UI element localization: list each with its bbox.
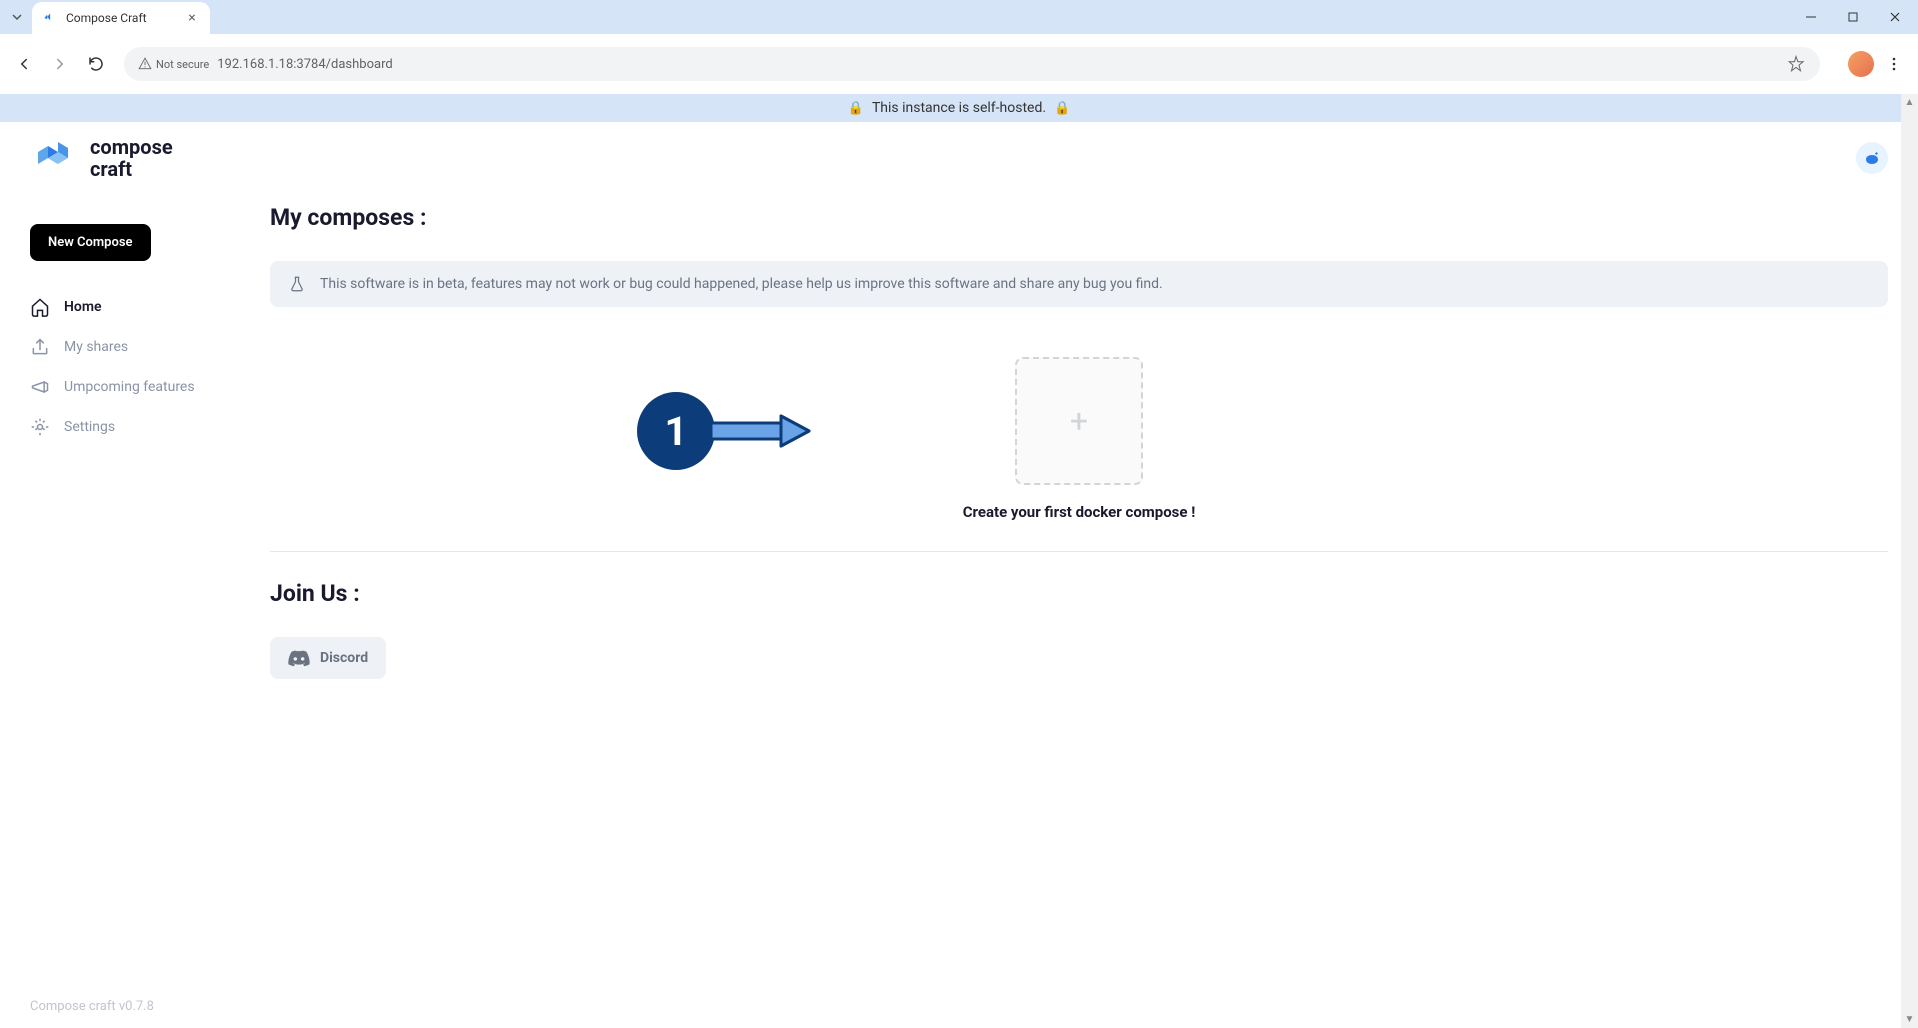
browser-chrome: Compose Craft × Not secure 192.168.1.18:… <box>0 0 1918 94</box>
discord-button[interactable]: Discord <box>270 637 386 679</box>
browser-menu-button[interactable] <box>1878 48 1910 80</box>
tab-bar: Compose Craft × <box>0 0 1918 34</box>
plus-icon: + <box>1070 402 1088 440</box>
tab-title: Compose Craft <box>66 11 176 25</box>
self-hosted-banner: 🔒 This instance is self-hosted. 🔒 <box>0 94 1918 122</box>
sidebar-nav: Home My shares Umpcoming features <box>30 291 270 443</box>
address-bar[interactable]: Not secure 192.168.1.18:3784/dashboard <box>124 47 1820 81</box>
address-bar-row: Not secure 192.168.1.18:3784/dashboard <box>0 34 1918 94</box>
user-menu-button[interactable] <box>1856 142 1888 174</box>
vertical-scrollbar[interactable]: ▲ ▼ <box>1901 94 1918 1028</box>
browser-tab-active[interactable]: Compose Craft × <box>32 2 210 34</box>
lock-emoji-icon: 🔒 <box>1054 101 1070 116</box>
security-label: Not secure <box>156 58 209 71</box>
logo-text: compose craft <box>90 136 173 180</box>
maximize-button[interactable] <box>1838 6 1868 28</box>
lock-emoji-icon: 🔒 <box>848 101 864 116</box>
share-icon <box>30 337 50 357</box>
bookmark-button[interactable] <box>1786 54 1806 74</box>
scrollbar-track[interactable] <box>1901 111 1918 1011</box>
dots-vertical-icon <box>1886 56 1902 72</box>
create-compose-button[interactable]: + <box>1015 357 1143 485</box>
tab-favicon-icon <box>42 10 58 26</box>
forward-button[interactable] <box>44 48 76 80</box>
beta-info-box: This software is in beta, features may n… <box>270 261 1888 307</box>
step-indicator: 1 <box>637 392 811 470</box>
tab-close-button[interactable]: × <box>184 10 200 26</box>
create-caption: Create your first docker compose ! <box>963 503 1196 521</box>
scroll-up-button[interactable]: ▲ <box>1901 94 1918 111</box>
sidebar-item-shares[interactable]: My shares <box>30 331 270 363</box>
sidebar-item-label: Home <box>64 299 102 315</box>
composes-title: My composes : <box>270 204 1888 231</box>
banner-text: This instance is self-hosted. <box>872 100 1046 116</box>
app-header: compose craft <box>0 122 1918 194</box>
section-divider <box>270 551 1888 552</box>
back-button[interactable] <box>8 48 40 80</box>
main-layout: New Compose Home My shares <box>0 194 1918 679</box>
security-chip[interactable]: Not secure <box>138 57 209 71</box>
home-icon <box>30 297 50 317</box>
main-content: My composes : This software is in beta, … <box>270 194 1888 679</box>
sidebar-item-home[interactable]: Home <box>30 291 270 323</box>
scroll-down-button[interactable]: ▼ <box>1901 1011 1918 1028</box>
new-compose-button[interactable]: New Compose <box>30 224 151 261</box>
reload-button[interactable] <box>80 48 112 80</box>
flask-icon <box>288 275 306 293</box>
sidebar-item-label: Settings <box>64 419 115 435</box>
gear-icon <box>30 417 50 437</box>
minimize-button[interactable] <box>1796 6 1826 28</box>
url-text: 192.168.1.18:3784/dashboard <box>217 57 392 72</box>
join-us-title: Join Us : <box>270 580 1888 607</box>
tab-dropdown-button[interactable] <box>6 6 28 28</box>
whale-icon <box>1863 149 1881 167</box>
page-content: 🔒 This instance is self-hosted. 🔒 compos… <box>0 94 1918 1028</box>
sidebar-item-label: My shares <box>64 339 128 355</box>
footer-version: Compose craft v0.7.8 <box>30 999 154 1014</box>
sidebar: New Compose Home My shares <box>30 194 270 679</box>
discord-icon <box>288 649 310 667</box>
profile-avatar[interactable] <box>1848 51 1874 77</box>
create-compose-area: 1 + Create your first docker compose ! <box>270 357 1888 521</box>
step-number-badge: 1 <box>637 392 715 470</box>
info-text: This software is in beta, features may n… <box>320 276 1163 292</box>
star-icon <box>1787 55 1805 73</box>
megaphone-icon <box>30 377 50 397</box>
compose-craft-logo-icon <box>30 134 78 182</box>
arrow-right-icon <box>711 406 811 456</box>
app-logo[interactable]: compose craft <box>30 134 173 182</box>
discord-label: Discord <box>320 650 368 666</box>
sidebar-item-settings[interactable]: Settings <box>30 411 270 443</box>
window-controls <box>1796 6 1910 28</box>
sidebar-item-upcoming[interactable]: Umpcoming features <box>30 371 270 403</box>
close-window-button[interactable] <box>1880 6 1910 28</box>
warning-icon <box>138 57 152 71</box>
sidebar-item-label: Umpcoming features <box>64 379 195 395</box>
